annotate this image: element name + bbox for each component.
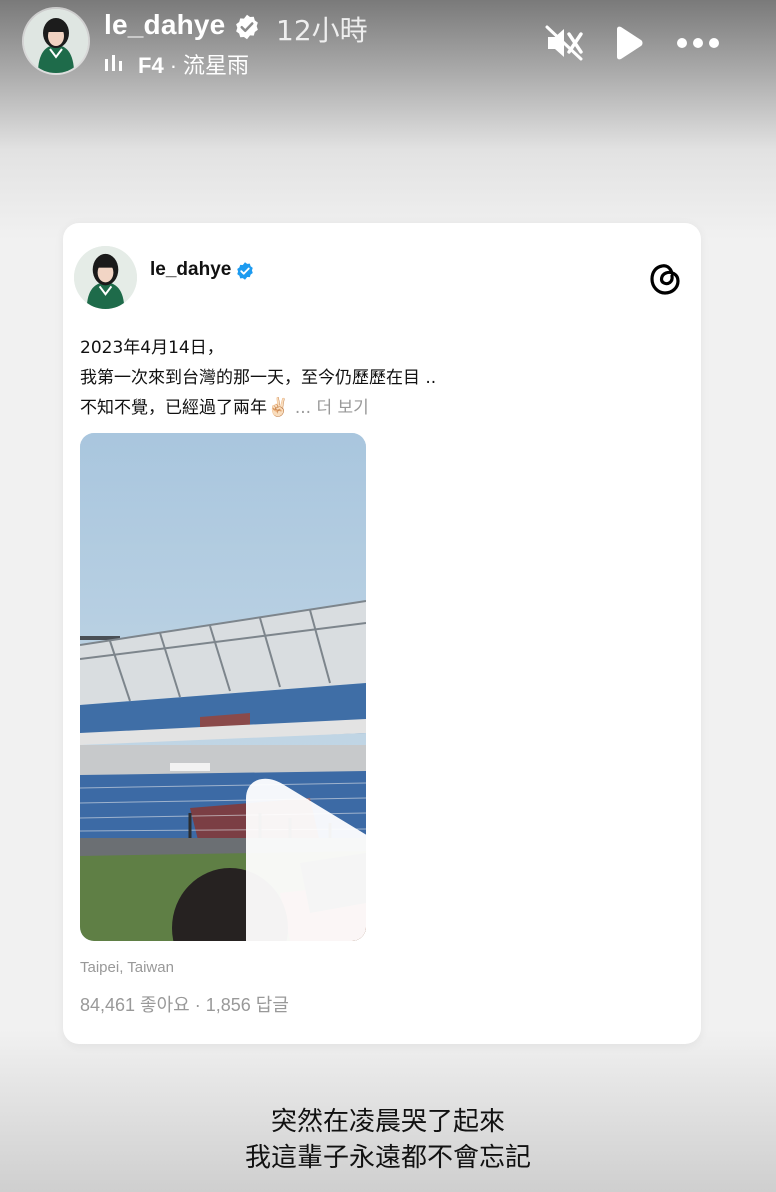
shared-post-card[interactable]: le_dahye 2023年4月14日， 我第一次來到台灣的那一天，至今仍歷歷在…	[63, 223, 701, 1044]
story-username[interactable]: le_dahye	[104, 9, 225, 41]
music-artist: F4	[138, 53, 164, 78]
post-video[interactable]	[80, 433, 366, 941]
caption-line: 我這輩子永遠都不會忘記	[244, 1143, 531, 1173]
mute-button[interactable]	[544, 24, 584, 62]
story-avatar[interactable]	[24, 9, 88, 73]
verified-badge-icon	[237, 262, 253, 280]
play-button[interactable]	[608, 24, 648, 62]
more-dots-icon	[677, 38, 719, 48]
verified-badge-icon	[236, 14, 258, 40]
music-title: 流星雨	[183, 53, 250, 78]
play-icon	[617, 26, 643, 60]
music-waveform-icon	[105, 55, 122, 71]
avatar-image	[74, 246, 137, 309]
more-options-button[interactable]	[674, 24, 722, 62]
video-play-icon[interactable]	[207, 668, 366, 941]
post-text-line: 我第一次來到台灣的那一天，至今仍歷歷在目 ..	[80, 368, 437, 388]
story-header: le_dahye 12小時 F4 · 流星雨	[0, 0, 776, 90]
post-avatar[interactable]	[74, 246, 137, 309]
post-stats: 84,461 좋아요 · 1,856 답글	[80, 995, 289, 1015]
post-username[interactable]: le_dahye	[150, 259, 231, 281]
music-label: F4 · 流星雨	[138, 48, 249, 80]
story-caption: 突然在凌晨哭了起來 我這輩子永遠都不會忘記	[0, 1104, 776, 1176]
peace-emoji: ✌🏻	[267, 397, 290, 418]
caption-line: 突然在凌晨哭了起來	[270, 1107, 505, 1137]
music-separator: ·	[169, 53, 178, 78]
muted-speaker-icon	[545, 25, 583, 61]
music-sticker[interactable]: F4 · 流星雨	[104, 50, 249, 78]
post-text: 2023年4月14日， 我第一次來到台灣的那一天，至今仍歷歷在目 .. 不知不覺…	[80, 333, 680, 423]
post-text-line: 不知不覺，已經過了兩年	[80, 398, 267, 418]
post-location[interactable]: Taipei, Taiwan	[80, 959, 174, 976]
story-timestamp: 12小時	[276, 14, 368, 47]
avatar-image	[24, 9, 88, 73]
see-more-link[interactable]: ... 더 보기	[295, 398, 369, 418]
threads-logo[interactable]	[647, 259, 683, 297]
post-text-line: 2023年4月14日，	[80, 338, 224, 358]
